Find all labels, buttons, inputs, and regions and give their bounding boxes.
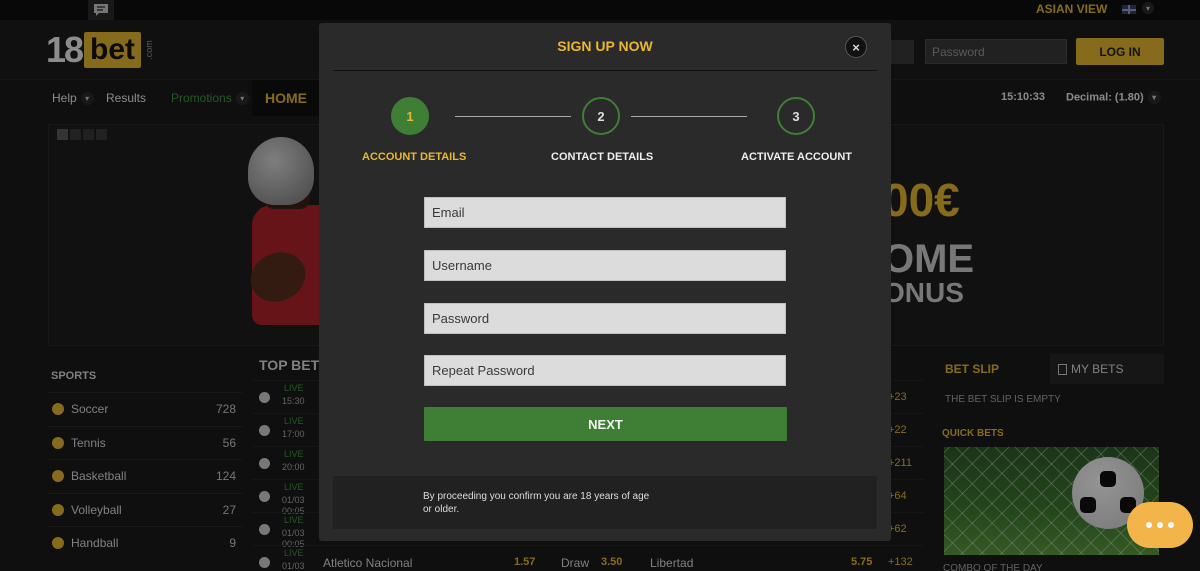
modal-divider: [333, 70, 877, 71]
password-field[interactable]: [424, 303, 786, 334]
close-icon[interactable]: ×: [845, 36, 867, 58]
age-disclaimer: By proceeding you confirm you are 18 yea…: [423, 491, 650, 515]
step-2-indicator: 2: [582, 97, 620, 135]
dot-icon: [1168, 522, 1174, 528]
repeat-password-field[interactable]: [424, 355, 786, 386]
step-1-indicator: 1: [391, 97, 429, 135]
step-3-label: ACTIVATE ACCOUNT: [741, 151, 853, 163]
signup-modal: SIGN UP NOW × 1 2 3 ACCOUNT DETAILS CONT…: [319, 23, 891, 541]
step-connector: [455, 116, 571, 117]
step-1-label: ACCOUNT DETAILS: [362, 151, 467, 163]
step-2-label: CONTACT DETAILS: [551, 151, 654, 163]
next-button[interactable]: NEXT: [424, 407, 787, 441]
dot-icon: [1157, 522, 1163, 528]
email-field[interactable]: [424, 197, 786, 228]
modal-title: SIGN UP NOW: [557, 38, 653, 54]
dot-icon: [1146, 522, 1152, 528]
username-field[interactable]: [424, 250, 786, 281]
modal-footer: By proceeding you confirm you are 18 yea…: [333, 476, 877, 529]
step-3-indicator: 3: [777, 97, 815, 135]
live-chat-button[interactable]: [1127, 502, 1193, 548]
step-connector: [631, 116, 747, 117]
